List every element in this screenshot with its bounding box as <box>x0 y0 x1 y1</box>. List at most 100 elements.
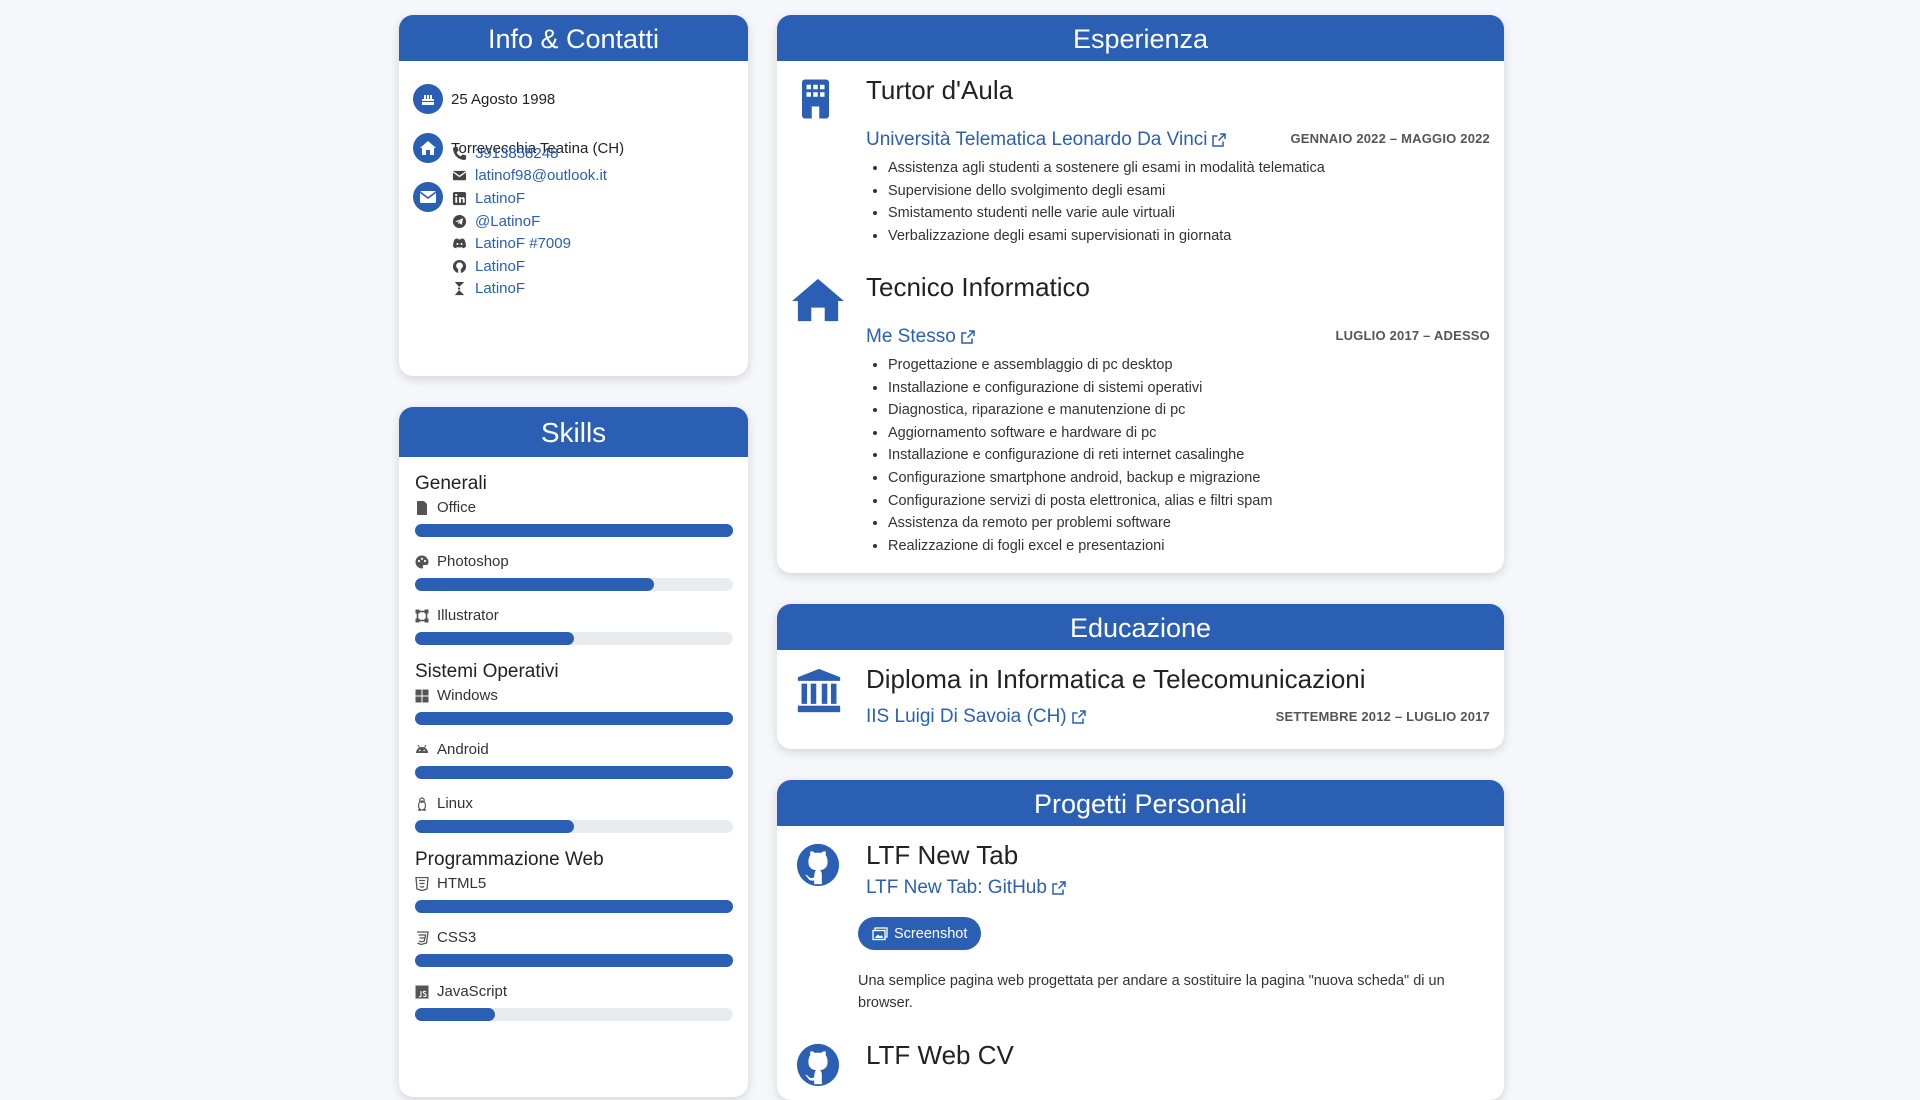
skill-illustrator: Illustrator <box>415 607 733 624</box>
job-item: Tecnico Informatico Me Stesso LUGLIO 201… <box>791 272 1490 562</box>
job-bullet: Smistamento studenti nelle varie aule vi… <box>888 202 1325 225</box>
project-title: LTF New Tab <box>866 840 1019 870</box>
skills-body: Generali Office Photoshop Illustrator Si… <box>415 473 733 1037</box>
contact-email[interactable]: latinof98@outlook.it <box>452 165 607 188</box>
contact-list: 3913858248 latinof98@outlook.it LatinoF … <box>452 142 607 300</box>
github-icon <box>796 843 840 887</box>
birthdate-row: 25 Agosto 1998 <box>413 84 555 114</box>
skill-bar <box>415 1008 733 1021</box>
job-bullet: Assistenza da remoto per problemi softwa… <box>888 512 1272 535</box>
projects-card: Progetti Personali LTF New Tab LTF New T… <box>777 780 1504 1100</box>
education-item: Diploma in Informatica e Telecomunicazio… <box>791 664 1490 744</box>
external-link-icon <box>1071 710 1086 724</box>
project-link[interactable]: LTF New Tab: GitHub <box>866 877 1066 899</box>
job-bullet: Assistenza agli studenti a sostenere gli… <box>888 157 1325 180</box>
project-item: LTF Web CV <box>791 1040 1490 1100</box>
android-icon <box>416 744 428 753</box>
contact-linkedin[interactable]: LatinoF <box>452 187 607 210</box>
external-link-icon <box>961 330 975 344</box>
school-link[interactable]: IIS Luigi Di Savoia (CH) <box>866 706 1086 728</box>
skill-group-title: Sistemi Operativi <box>415 661 559 682</box>
job-title: Turtor d'Aula <box>866 75 1014 105</box>
job-bullet: Diagnostica, riparazione e manutenzione … <box>888 399 1272 422</box>
education-card-title: Educazione <box>777 604 1504 650</box>
skill-bar <box>415 766 733 779</box>
contact-text: 3913858248 <box>475 144 559 162</box>
skill-css3: CSS3 <box>415 929 733 946</box>
project-item: LTF New Tab LTF New Tab: GitHub Screensh… <box>791 840 1490 1030</box>
linkedin-icon <box>452 191 467 206</box>
skill-label: JavaScript <box>437 983 508 1000</box>
job-bullet: Installazione e configurazione di reti i… <box>888 444 1272 467</box>
school-icon <box>797 668 841 713</box>
job-bullets: Progettazione e assemblaggio di pc deskt… <box>866 354 1272 557</box>
skill-bar-fill <box>415 954 733 967</box>
skill-group-title: Programmazione Web <box>415 849 604 870</box>
skill-bar <box>415 900 733 913</box>
image-icon <box>872 926 888 940</box>
job-bullet: Configurazione servizi di posta elettron… <box>888 490 1272 513</box>
skill-bar-fill <box>415 712 733 725</box>
external-link-icon <box>1052 881 1066 895</box>
job-date: LUGLIO 2017 – ADESSO <box>1335 328 1490 343</box>
experience-card: Esperienza Turtor d'Aula Università Tele… <box>777 15 1504 573</box>
javascript-icon <box>415 985 429 998</box>
skill-group-title: Generali <box>415 473 487 494</box>
envelope-icon <box>452 171 467 181</box>
skill-linux: Linux <box>415 795 733 812</box>
birthdate-text: 25 Agosto 1998 <box>451 90 556 108</box>
job-bullet: Supervisione dello svolgimento degli esa… <box>888 180 1325 203</box>
skill-label: HTML5 <box>437 875 487 892</box>
skill-label: Office <box>437 499 476 516</box>
html5-icon <box>415 876 429 891</box>
house-icon <box>792 278 844 322</box>
skill-bar-fill <box>415 820 574 833</box>
skill-bar <box>415 954 733 967</box>
skill-bar-fill <box>415 900 733 913</box>
job-bullet: Aggiornamento software e hardware di pc <box>888 422 1272 445</box>
job-org-text: Me Stesso <box>866 326 956 347</box>
skill-label: Android <box>437 741 489 758</box>
skill-bar <box>415 820 733 833</box>
github-icon <box>796 1043 840 1087</box>
skill-javascript: JavaScript <box>415 983 733 1000</box>
contact-codewars[interactable]: LatinoF <box>452 278 607 301</box>
job-org-link[interactable]: Me Stesso <box>866 326 975 348</box>
job-title: Tecnico Informatico <box>866 272 1090 302</box>
job-org-link[interactable]: Università Telematica Leonardo Da Vinci <box>866 129 1227 151</box>
contact-discord[interactable]: LatinoF #7009 <box>452 232 607 255</box>
contact-text: LatinoF <box>475 257 526 275</box>
skill-bar-fill <box>415 766 733 779</box>
home-icon <box>413 133 443 163</box>
skill-bar <box>415 632 733 645</box>
cake-icon <box>413 84 443 114</box>
job-bullet: Realizzazione di fogli excel e presentaz… <box>888 535 1272 558</box>
building-icon <box>802 79 829 119</box>
skill-bar-fill <box>415 578 654 591</box>
job-bullet: Verbalizzazione degli esami supervisiona… <box>888 225 1325 248</box>
job-bullet: Configurazione smartphone android, backu… <box>888 467 1272 490</box>
skill-photoshop: Photoshop <box>415 553 733 570</box>
windows-icon <box>415 689 429 702</box>
education-card: Educazione Diploma in Informatica e Tele… <box>777 604 1504 749</box>
contacts-row <box>413 182 451 212</box>
vector-icon <box>415 609 429 622</box>
education-date: SETTEMBRE 2012 – LUGLIO 2017 <box>1275 709 1490 724</box>
projects-card-title: Progetti Personali <box>777 780 1504 826</box>
skill-android: Android <box>415 741 733 758</box>
skills-card: Skills Generali Office Photoshop Illustr… <box>399 407 748 1097</box>
skill-bar-fill <box>415 524 733 537</box>
css3-icon <box>417 930 429 945</box>
skill-label: Linux <box>437 795 473 812</box>
screenshot-button[interactable]: Screenshot <box>858 917 982 950</box>
job-date: GENNAIO 2022 – MAGGIO 2022 <box>1290 131 1490 146</box>
contact-github[interactable]: LatinoF <box>452 255 607 278</box>
linux-icon <box>417 796 427 811</box>
contact-text: LatinoF <box>475 280 526 298</box>
skills-card-title: Skills <box>399 407 748 457</box>
telegram-icon <box>452 214 467 228</box>
contact-text: @LatinoF <box>475 212 541 230</box>
contact-telegram[interactable]: @LatinoF <box>452 210 607 233</box>
phone-icon <box>452 146 467 160</box>
contact-phone[interactable]: 3913858248 <box>452 142 607 165</box>
